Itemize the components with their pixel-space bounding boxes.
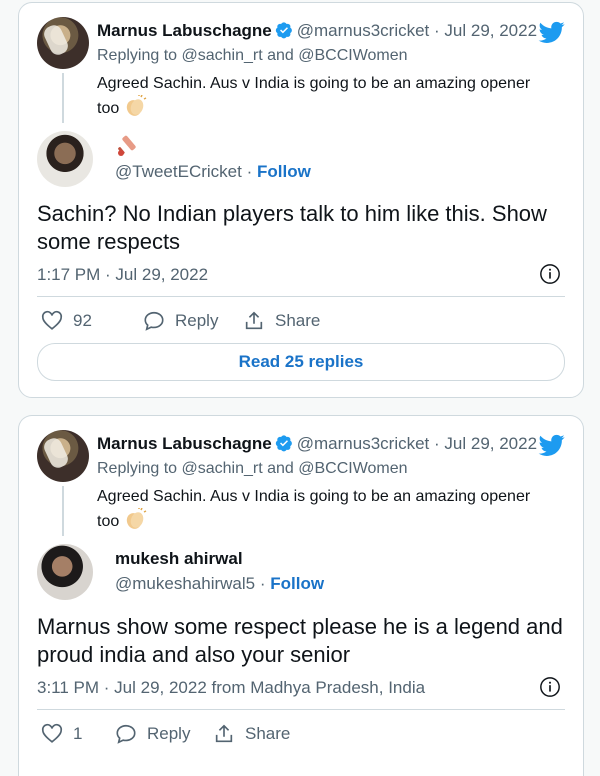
quoted-text-line-2: too [97,508,567,533]
verified-badge-icon [275,435,292,452]
dot-separator: · [434,434,440,453]
reply-author-handle[interactable]: @TweetECricket [115,162,242,181]
reply-author-name[interactable]: mukesh ahirwal [115,549,243,569]
reply-tweet-text: Sachin? No Indian players talk to him li… [37,201,547,254]
reply-author-avatar[interactable] [37,131,93,187]
replying-to[interactable]: Replying to @sachin_rt and @BCCIWomen [97,460,408,478]
like-count: 1 [73,724,83,743]
quoted-tweet-text: Agreed Sachin. Aus v India is going to b… [97,486,567,533]
divider [37,296,565,297]
reply-bubble-icon [116,724,136,744]
reply-button[interactable]: Reply [115,719,190,749]
quoted-author-name[interactable]: Marnus Labuschagne [97,21,272,40]
reply-label: Reply [147,724,191,743]
quoted-author-handle[interactable]: @marnus3cricket [297,434,430,453]
thread-line [62,486,64,536]
reply-tweet-text: Marnus show some respect please he is a … [37,614,563,667]
heart-icon [41,310,63,330]
read-replies-button[interactable]: Read 25 replies [37,343,565,381]
dot-separator: · [246,162,253,181]
clapping-hands-icon [127,508,147,529]
share-button[interactable]: Share [213,719,290,749]
like-button[interactable]: 1 [41,719,82,749]
quoted-author-avatar[interactable] [37,17,89,69]
share-icon [215,724,233,743]
quoted-tweet-text: Agreed Sachin. Aus v India is going to b… [97,73,567,120]
quoted-date[interactable]: Jul 29, 2022 [444,21,537,40]
quoted-date[interactable]: Jul 29, 2022 [444,434,537,453]
quoted-header: Marnus Labuschagne @marnus3cricket · Jul … [97,434,567,456]
quoted-text-too: too [97,100,120,117]
quoted-author-handle[interactable]: @marnus3cricket [297,21,430,40]
quoted-author-name[interactable]: Marnus Labuschagne [97,434,272,453]
dot-separator: · [434,21,440,40]
reply-author-handle[interactable]: @mukeshahirwal5 [115,574,255,593]
cricket-bat-icon [118,135,136,156]
dot-separator: · [259,574,266,593]
verified-badge-icon [275,22,292,39]
share-label: Share [245,724,291,743]
follow-button[interactable]: Follow [270,574,324,593]
info-icon[interactable] [539,676,561,698]
like-count: 92 [73,311,92,330]
tweet-card-2: Marnus Labuschagne @marnus3cricket · Jul … [18,415,584,776]
twitter-bird-icon[interactable] [537,19,567,45]
quoted-text-line-1: Agreed Sachin. Aus v India is going to b… [97,488,531,505]
twitter-bird-icon[interactable] [537,432,567,458]
follow-button[interactable]: Follow [257,162,311,181]
quoted-text-too: too [97,513,120,530]
thread-line [62,73,64,123]
reply-bubble-icon [144,311,164,331]
reply-author-avatar[interactable] [37,544,93,600]
quoted-text-line-1: Agreed Sachin. Aus v India is going to b… [97,75,531,92]
replying-to[interactable]: Replying to @sachin_rt and @BCCIWomen [97,47,408,65]
quoted-author-avatar[interactable] [37,430,89,482]
share-label: Share [275,311,321,330]
quoted-header: Marnus Labuschagne @marnus3cricket · Jul … [97,21,567,43]
tweet-card-1: Marnus Labuschagne @marnus3cricket · Jul … [18,2,584,398]
reply-author-row: @TweetECricket · Follow [115,162,311,182]
reply-label: Reply [175,311,219,330]
reply-author-row: @mukeshahirwal5 · Follow [115,574,324,594]
tweet-timestamp[interactable]: 3:11 PM · Jul 29, 2022 from Madhya Prade… [37,678,425,698]
action-bar: 1 Reply Share [37,719,565,749]
reply-button[interactable]: Reply [143,306,218,336]
divider [37,709,565,710]
like-button[interactable]: 92 [41,306,92,336]
share-button[interactable]: Share [243,306,320,336]
heart-icon [41,723,63,743]
quoted-text-line-2: too [97,95,567,120]
clapping-hands-icon [127,95,147,116]
tweet-timestamp[interactable]: 1:17 PM · Jul 29, 2022 [37,265,208,285]
share-icon [245,311,263,330]
action-bar: 92 Reply Share [37,306,565,336]
info-icon[interactable] [539,263,561,285]
